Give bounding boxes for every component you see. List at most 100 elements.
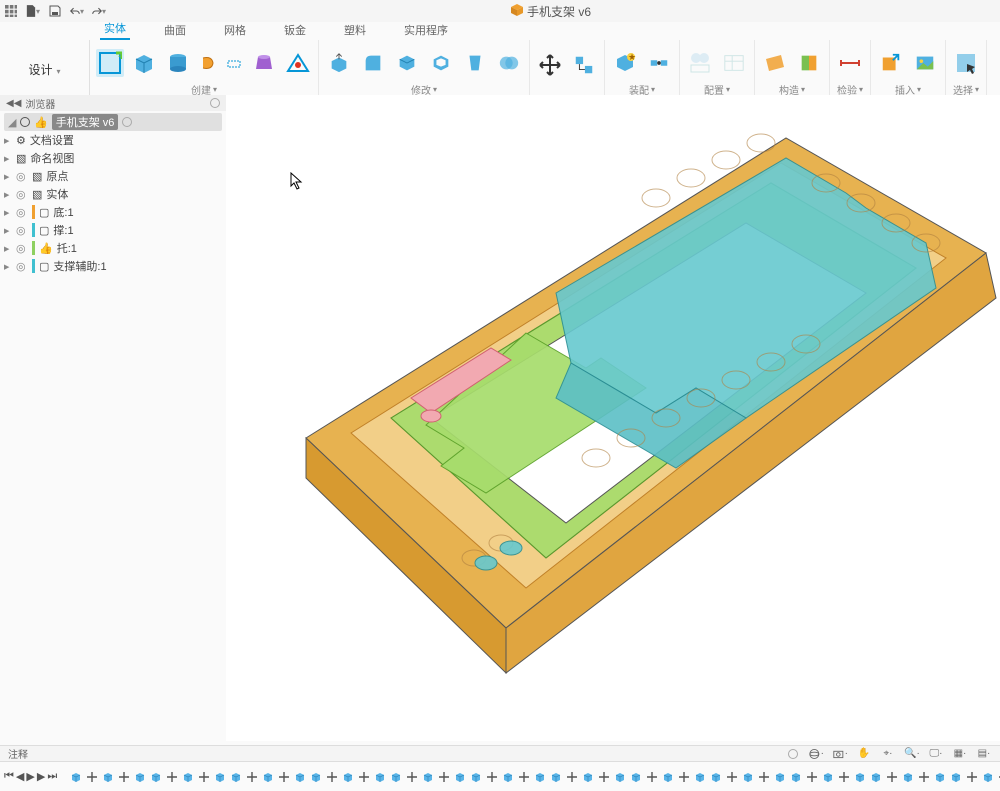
tab-sheetmetal[interactable]: 钣金 bbox=[280, 20, 310, 40]
timeline-step[interactable] bbox=[277, 770, 291, 784]
sketch-icon[interactable]: + bbox=[96, 49, 124, 77]
timeline-step[interactable] bbox=[677, 770, 691, 784]
timeline-step[interactable] bbox=[485, 770, 499, 784]
timeline-step[interactable] bbox=[549, 770, 563, 784]
zoom-region-icon[interactable]: ⌖· bbox=[880, 747, 896, 761]
tree-item-support[interactable]: ◎▢撑:1 bbox=[4, 221, 222, 239]
eye-icon[interactable]: ◎ bbox=[16, 224, 28, 237]
timeline-step[interactable] bbox=[117, 770, 131, 784]
eye-icon[interactable]: ◎ bbox=[16, 188, 28, 201]
timeline-step[interactable] bbox=[501, 770, 515, 784]
press-pull-icon[interactable] bbox=[325, 49, 353, 77]
play-icon[interactable]: ▶ bbox=[26, 770, 34, 784]
timeline-step[interactable] bbox=[741, 770, 755, 784]
timeline-step[interactable] bbox=[597, 770, 611, 784]
timeline-step[interactable] bbox=[181, 770, 195, 784]
shell-icon[interactable] bbox=[427, 49, 455, 77]
timeline-step[interactable] bbox=[789, 770, 803, 784]
tab-mesh[interactable]: 网格 bbox=[220, 20, 250, 40]
measure-icon[interactable] bbox=[836, 49, 864, 77]
comment-toggle-icon[interactable] bbox=[788, 749, 798, 759]
timeline-step[interactable] bbox=[309, 770, 323, 784]
tree-item-docsettings[interactable]: ⚙文档设置 bbox=[4, 131, 222, 149]
timeline-step[interactable] bbox=[149, 770, 163, 784]
grid-apps-icon[interactable] bbox=[4, 4, 18, 18]
timeline-step[interactable] bbox=[101, 770, 115, 784]
joint-icon[interactable] bbox=[645, 49, 673, 77]
layout-icon[interactable]: ▤· bbox=[976, 747, 992, 761]
timeline-step[interactable] bbox=[341, 770, 355, 784]
timeline-step[interactable] bbox=[197, 770, 211, 784]
comment-label[interactable]: 注释 bbox=[8, 746, 28, 761]
fillet-icon[interactable] bbox=[359, 49, 387, 77]
config-table-icon[interactable] bbox=[686, 49, 714, 77]
draft-icon[interactable] bbox=[461, 49, 489, 77]
timeline-step[interactable] bbox=[933, 770, 947, 784]
eye-icon[interactable]: ◎ bbox=[16, 170, 28, 183]
redo-icon[interactable] bbox=[92, 4, 106, 18]
tree-item-tray[interactable]: ◎👍托:1 bbox=[4, 239, 222, 257]
timeline-step[interactable] bbox=[885, 770, 899, 784]
tab-plastic[interactable]: 塑料 bbox=[340, 20, 370, 40]
step-fwd-icon[interactable]: ▶ bbox=[37, 770, 45, 784]
timeline-step[interactable] bbox=[853, 770, 867, 784]
timeline-step[interactable] bbox=[981, 770, 995, 784]
tab-solid[interactable]: 实体 bbox=[100, 18, 130, 40]
timeline-step[interactable] bbox=[437, 770, 451, 784]
timeline-step[interactable] bbox=[805, 770, 819, 784]
timeline-step[interactable] bbox=[133, 770, 147, 784]
combine-icon[interactable] bbox=[495, 49, 523, 77]
sweep-icon[interactable] bbox=[224, 53, 244, 73]
select-icon[interactable] bbox=[952, 49, 980, 77]
tree-root[interactable]: ◢ 👍 手机支架 v6 bbox=[4, 113, 222, 131]
grid-display-icon[interactable]: ▦· bbox=[952, 747, 968, 761]
timeline-step[interactable] bbox=[325, 770, 339, 784]
cylinder-icon[interactable] bbox=[164, 49, 192, 77]
timeline-step[interactable] bbox=[613, 770, 627, 784]
tree-item-aux[interactable]: ◎▢支撑辅助:1 bbox=[4, 257, 222, 275]
timeline-step[interactable] bbox=[725, 770, 739, 784]
timeline-step[interactable] bbox=[453, 770, 467, 784]
timeline-step[interactable] bbox=[293, 770, 307, 784]
timeline-step[interactable] bbox=[821, 770, 835, 784]
eye-icon[interactable]: ◎ bbox=[16, 260, 28, 273]
revolve-icon[interactable] bbox=[198, 53, 218, 73]
timeline-step[interactable] bbox=[917, 770, 931, 784]
timeline-step[interactable] bbox=[69, 770, 83, 784]
timeline-step[interactable] bbox=[357, 770, 371, 784]
timeline-step[interactable] bbox=[261, 770, 275, 784]
timeline-step[interactable] bbox=[389, 770, 403, 784]
insert-image-icon[interactable] bbox=[911, 49, 939, 77]
timeline-step[interactable] bbox=[773, 770, 787, 784]
tree-item-bodies[interactable]: ◎▧实体 bbox=[4, 185, 222, 203]
timeline-step[interactable] bbox=[85, 770, 99, 784]
timeline-step[interactable] bbox=[869, 770, 883, 784]
hand-icon[interactable]: ✋ bbox=[856, 747, 872, 761]
skip-end-icon[interactable]: ⏭ bbox=[47, 770, 57, 784]
timeline-step[interactable] bbox=[213, 770, 227, 784]
zoom-icon[interactable]: 🔍· bbox=[904, 747, 920, 761]
orbit-icon[interactable]: · bbox=[808, 747, 824, 761]
timeline-step[interactable] bbox=[965, 770, 979, 784]
timeline-step[interactable] bbox=[629, 770, 643, 784]
plane-icon[interactable] bbox=[761, 49, 789, 77]
browser-collapse-icon[interactable] bbox=[210, 98, 220, 108]
axis-icon[interactable] bbox=[795, 49, 823, 77]
timeline-step[interactable] bbox=[901, 770, 915, 784]
undo-icon[interactable] bbox=[70, 4, 84, 18]
params-icon[interactable] bbox=[720, 49, 748, 77]
timeline-step[interactable] bbox=[421, 770, 435, 784]
timeline-step[interactable] bbox=[373, 770, 387, 784]
align-icon[interactable] bbox=[570, 51, 598, 79]
tree-item-base[interactable]: ◎▢底:1 bbox=[4, 203, 222, 221]
insert-derive-icon[interactable] bbox=[877, 49, 905, 77]
rib-icon[interactable] bbox=[284, 49, 312, 77]
timeline-step[interactable] bbox=[565, 770, 579, 784]
timeline-step[interactable] bbox=[533, 770, 547, 784]
design-workspace-button[interactable]: 设计 bbox=[0, 40, 90, 99]
move-icon[interactable] bbox=[536, 51, 564, 79]
timeline-step[interactable] bbox=[469, 770, 483, 784]
timeline-steps[interactable] bbox=[69, 770, 1000, 784]
timeline-step[interactable] bbox=[581, 770, 595, 784]
skip-start-icon[interactable]: ⏮ bbox=[4, 770, 14, 784]
